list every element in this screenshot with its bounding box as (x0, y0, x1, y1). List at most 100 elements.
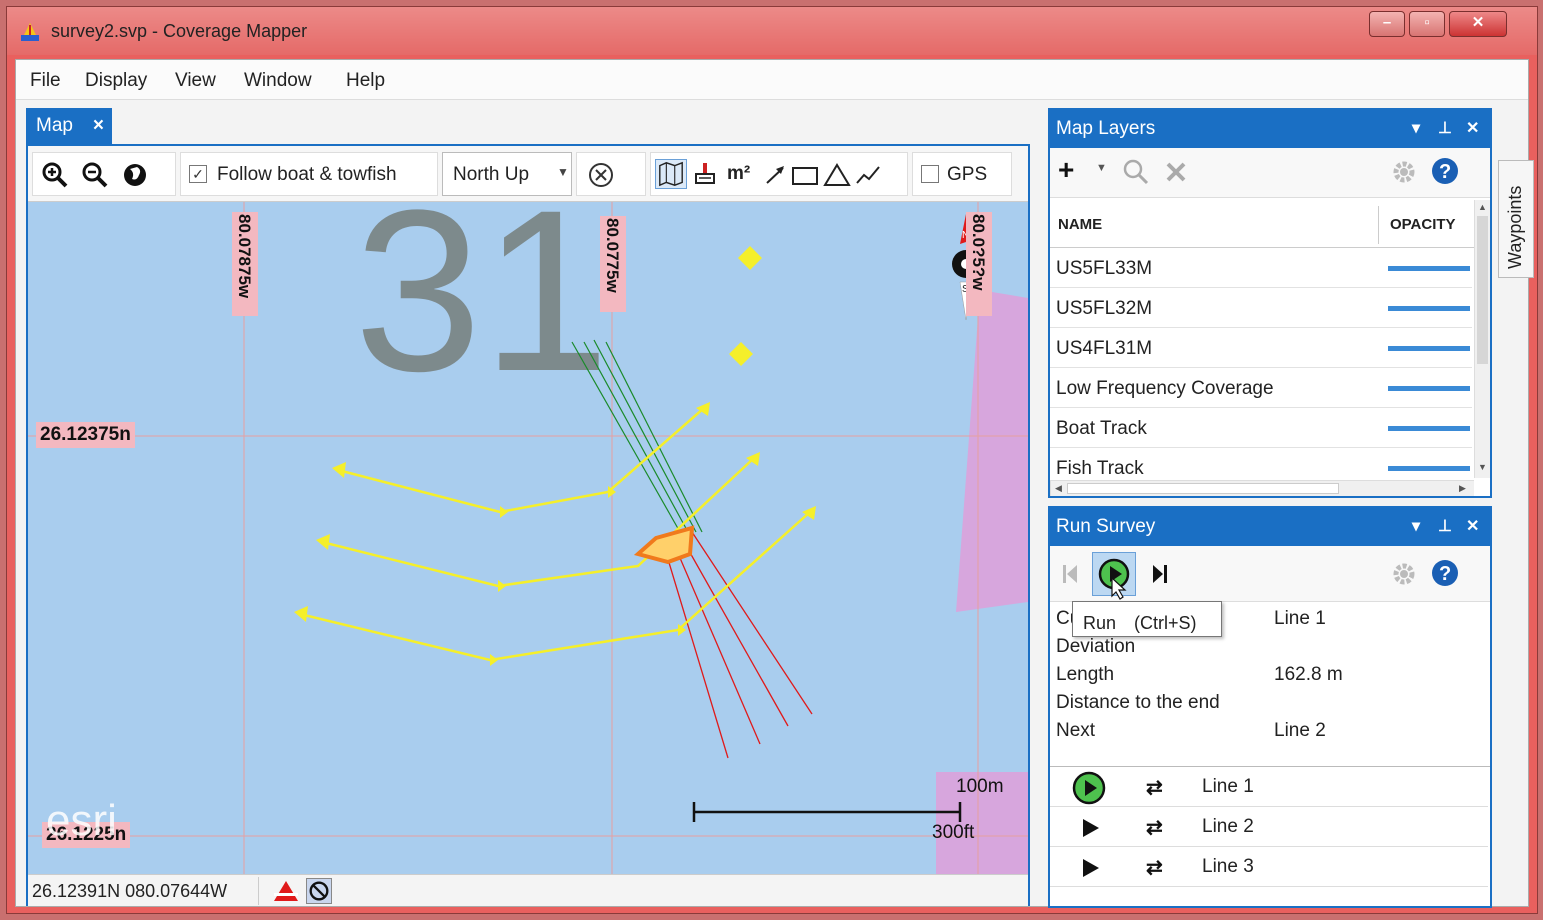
menu-view[interactable]: View (175, 70, 216, 92)
layer-row[interactable]: Boat Track (1050, 408, 1472, 448)
title-bar[interactable]: survey2.svp - Coverage Mapper – ▫ ✕ (7, 7, 1537, 55)
pin-icon[interactable]: ⊥ (1438, 118, 1452, 138)
opacity-slider[interactable] (1388, 266, 1470, 271)
client-area: File Display View Window Help Map × ✓ Fo… (15, 59, 1534, 908)
help-icon[interactable]: ? (1430, 558, 1460, 588)
triangle-tool-icon[interactable] (823, 162, 851, 188)
clear-icon[interactable] (587, 161, 615, 189)
reverse-direction-icon[interactable]: ⇄ (1146, 815, 1163, 840)
tab-map[interactable]: Map × (26, 108, 112, 144)
panel-menu-icon[interactable]: ▾ (1412, 118, 1420, 138)
menu-file[interactable]: File (30, 70, 61, 92)
layer-row[interactable]: Fish Track (1050, 448, 1472, 480)
layer-row[interactable]: Low Frequency Coverage (1050, 368, 1472, 408)
map-book-icon[interactable] (655, 159, 687, 189)
opacity-slider[interactable] (1388, 306, 1470, 311)
map-canvas[interactable]: 31 80.07875w 80.0775w 80.0?5?w 26.12375n… (28, 202, 1028, 874)
svg-text:?: ? (1439, 563, 1451, 585)
search-icon[interactable] (1122, 158, 1150, 186)
layers-horizontal-scrollbar[interactable]: ◀ ▶ (1050, 480, 1474, 496)
alarm-icon[interactable] (272, 879, 300, 903)
list-item[interactable]: ⇄ Line 2 (1050, 807, 1488, 847)
reverse-direction-icon[interactable]: ⇄ (1146, 775, 1163, 800)
add-layer-icon[interactable]: + (1058, 156, 1074, 184)
scroll-down-icon[interactable]: ▼ (1478, 462, 1487, 472)
scroll-up-icon[interactable]: ▲ (1478, 202, 1487, 212)
scroll-thumb[interactable] (1477, 216, 1488, 364)
scroll-thumb[interactable] (1067, 483, 1339, 494)
globe-icon[interactable] (121, 161, 149, 189)
opacity-column-header[interactable]: OPACITY (1390, 216, 1456, 233)
mouse-cursor-icon (1111, 576, 1127, 600)
skip-back-icon[interactable] (1060, 562, 1080, 586)
layers-vertical-scrollbar[interactable]: ▲ ▼ (1474, 200, 1490, 478)
length-value: 162.8 m (1274, 664, 1343, 685)
maximize-button[interactable]: ▫ (1409, 11, 1445, 37)
app-icon (21, 23, 39, 41)
rectangle-tool-icon[interactable] (791, 165, 819, 187)
tab-waypoints[interactable]: Waypoints (1498, 160, 1534, 278)
follow-checkbox[interactable]: ✓ (189, 165, 207, 183)
scroll-right-icon[interactable]: ▶ (1459, 483, 1466, 494)
list-item[interactable]: ⇄ Line 3 (1050, 847, 1488, 887)
layer-row[interactable]: US5FL33M (1050, 248, 1472, 288)
map-layers-panel: Map Layers ▾ ⊥ ✕ + ▼ ? NAME OPACITY US5F… (1048, 108, 1492, 498)
arrow-tool-icon[interactable] (763, 163, 789, 187)
panel-menu-icon[interactable]: ▾ (1412, 516, 1420, 536)
map-toolbar: ✓ Follow boat & towfish North Up ▼ m² GP… (28, 146, 1028, 202)
skip-forward-icon[interactable] (1150, 562, 1170, 586)
orientation-select[interactable]: North Up ▼ (442, 152, 572, 196)
close-window-button[interactable]: ✕ (1449, 11, 1507, 37)
gear-icon[interactable] (1390, 158, 1418, 186)
lines-list: ⇄ Line 1 ⇄ Line 2 ⇄ Line 3 (1050, 766, 1490, 888)
add-dropdown-icon[interactable]: ▼ (1096, 162, 1107, 174)
help-icon[interactable]: ? (1430, 156, 1460, 186)
list-item[interactable]: ⇄ Line 1 (1050, 767, 1488, 807)
menu-display[interactable]: Display (85, 70, 147, 92)
opacity-slider[interactable] (1388, 426, 1470, 431)
scale-metric-label: 100m (956, 776, 1004, 797)
layers-list: US5FL33M US5FL32M US4FL31M Low Frequency… (1050, 248, 1474, 480)
play-icon[interactable] (1072, 771, 1106, 805)
panel-close-icon[interactable]: ✕ (1466, 516, 1479, 536)
run-survey-panel: Run Survey ▾ ⊥ ✕ ? Curren Line 1 Deviati… (1048, 506, 1492, 908)
gps-checkbox[interactable] (921, 165, 939, 183)
pin-icon[interactable]: ⊥ (1438, 516, 1452, 536)
play-icon[interactable] (1080, 857, 1102, 879)
menu-bar: File Display View Window Help (16, 60, 1528, 100)
polyline-tool-icon[interactable] (855, 163, 881, 187)
opacity-slider[interactable] (1388, 466, 1470, 471)
run-tooltip: Run (Ctrl+S) (1072, 601, 1222, 637)
zoom-in-icon[interactable] (41, 161, 69, 189)
gear-icon[interactable] (1390, 560, 1418, 588)
waypoint-marker[interactable] (738, 246, 762, 270)
svg-text:?: ? (1439, 161, 1451, 183)
survey-lines (299, 407, 811, 662)
waypoint-marker[interactable] (729, 342, 753, 366)
layer-row[interactable]: US5FL32M (1050, 288, 1472, 328)
opacity-slider[interactable] (1388, 346, 1470, 351)
lat-label-top: 26.12375n (36, 422, 135, 448)
minimize-button[interactable]: – (1369, 11, 1405, 37)
layer-row[interactable]: US4FL31M (1050, 328, 1472, 368)
name-column-header[interactable]: NAME (1058, 216, 1102, 233)
scroll-left-icon[interactable]: ◀ (1055, 483, 1062, 494)
tab-map-close-icon[interactable]: × (93, 115, 104, 137)
opacity-slider[interactable] (1388, 386, 1470, 391)
current-value: Line 1 (1274, 608, 1326, 629)
status-bar: 26.12391N 080.07644W (28, 874, 1028, 906)
line-name: Line 3 (1202, 856, 1254, 877)
reverse-direction-icon[interactable]: ⇄ (1146, 855, 1163, 880)
zoom-out-icon[interactable] (81, 161, 109, 189)
menu-help[interactable]: Help (346, 70, 385, 92)
play-icon[interactable] (1080, 817, 1102, 839)
menu-window[interactable]: Window (244, 70, 312, 92)
area-measure-button[interactable]: m² (727, 163, 750, 185)
no-gps-icon[interactable] (306, 878, 332, 904)
follow-label: Follow boat & towfish (217, 164, 397, 185)
boat-icon[interactable] (633, 525, 695, 565)
remove-layer-icon[interactable] (1162, 158, 1190, 186)
line-name: Line 2 (1202, 816, 1254, 837)
panel-close-icon[interactable]: ✕ (1466, 118, 1479, 138)
depth-sounder-icon[interactable] (693, 161, 717, 189)
